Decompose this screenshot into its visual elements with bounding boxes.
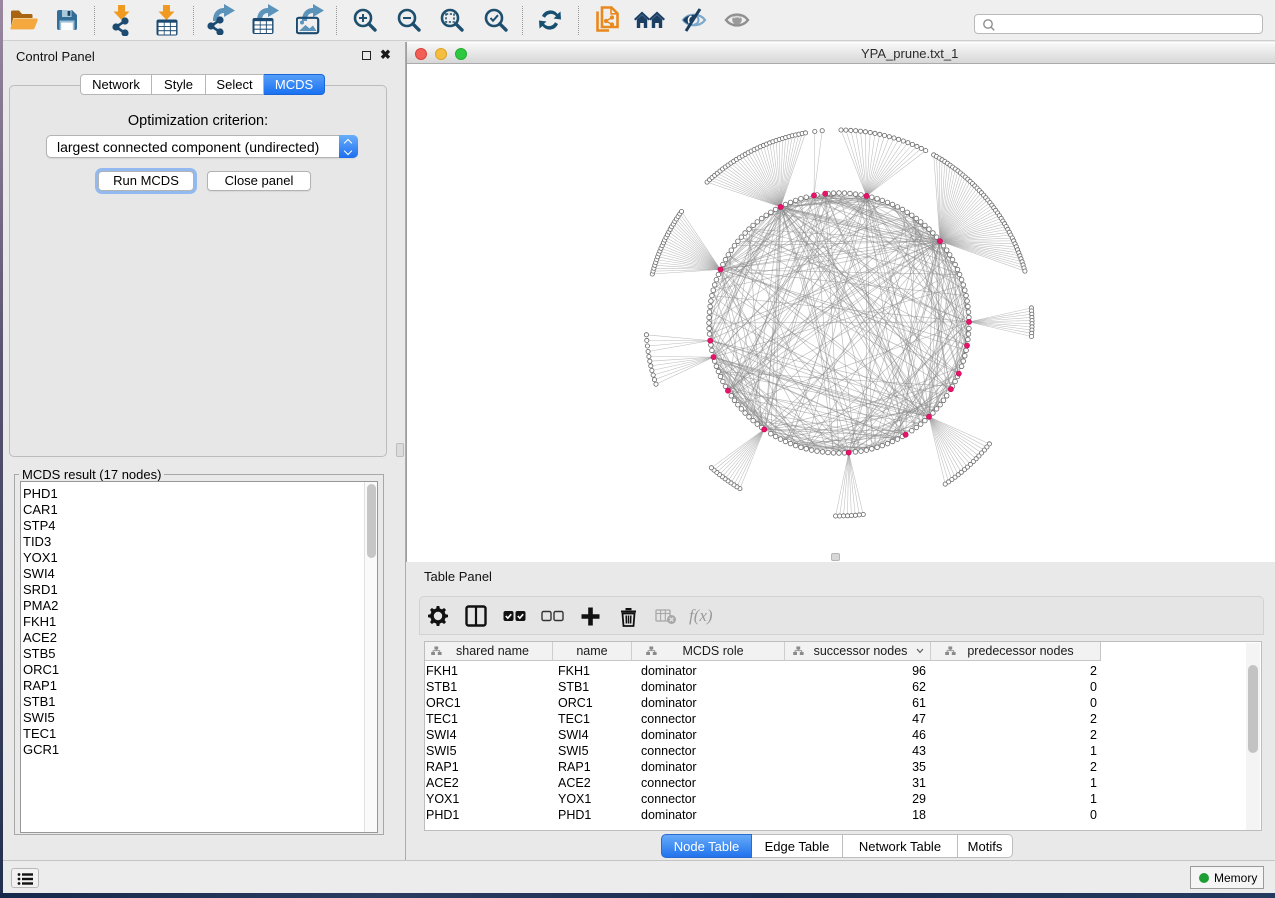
svg-text:f(x): f(x) — [689, 606, 713, 625]
